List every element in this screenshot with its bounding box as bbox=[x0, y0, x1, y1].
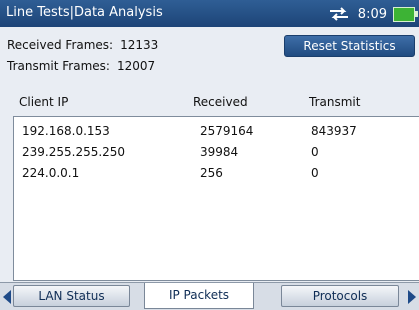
client-ip-cell: 224.0.0.1 bbox=[22, 166, 80, 180]
tab-scroll-right-icon[interactable] bbox=[408, 290, 416, 304]
received-cell: 39984 bbox=[200, 145, 239, 159]
clock: 8:09 bbox=[357, 6, 387, 22]
transmit-cell: 0 bbox=[311, 166, 319, 180]
transmit-cell: 0 bbox=[311, 145, 319, 159]
tab-scroll-left-icon[interactable] bbox=[3, 290, 11, 304]
reset-statistics-button[interactable]: Reset Statistics bbox=[284, 35, 415, 57]
client-ip-cell: 239.255.255.250 bbox=[22, 145, 126, 159]
status-area: 8:09 bbox=[328, 3, 418, 25]
transmit-frames-value: 12007 bbox=[116, 59, 156, 73]
received-frames-value: 12133 bbox=[120, 38, 159, 52]
network-arrows-icon bbox=[329, 7, 348, 21]
tab-ip-packets[interactable]: IP Packets bbox=[144, 283, 254, 309]
window-title: Line Tests|Data Analysis bbox=[6, 5, 163, 20]
transmit-frames-row: Transmit Frames: 12007 bbox=[7, 59, 155, 73]
table-row[interactable]: 192.168.0.153 2579164 843937 bbox=[14, 122, 419, 142]
column-header-client-ip: Client IP bbox=[19, 95, 69, 109]
ip-packets-table[interactable]: 192.168.0.153 2579164 843937 239.255.255… bbox=[13, 116, 419, 281]
tab-lan-status[interactable]: LAN Status bbox=[13, 285, 130, 307]
client-ip-cell: 192.168.0.153 bbox=[22, 124, 110, 138]
received-frames-label: Received Frames: bbox=[7, 38, 114, 52]
column-header-transmit: Transmit bbox=[309, 95, 361, 109]
table-row[interactable]: 239.255.255.250 39984 0 bbox=[14, 143, 419, 163]
received-cell: 256 bbox=[200, 166, 223, 180]
tab-bar: LAN Status IP Packets Protocols bbox=[0, 282, 419, 310]
received-cell: 2579164 bbox=[200, 124, 254, 138]
battery-icon bbox=[393, 6, 418, 22]
table-row[interactable]: 224.0.0.1 256 0 bbox=[14, 164, 419, 184]
transmit-frames-label: Transmit Frames: bbox=[7, 59, 110, 73]
received-frames-row: Received Frames: 12133 bbox=[7, 38, 158, 52]
transmit-cell: 843937 bbox=[311, 124, 357, 138]
column-header-received: Received bbox=[193, 95, 248, 109]
data-analysis-panel: Received Frames: 12133 Transmit Frames: 12… bbox=[0, 27, 419, 282]
title-bar: Line Tests|Data Analysis 8:09 bbox=[0, 0, 419, 27]
tab-protocols[interactable]: Protocols bbox=[281, 285, 399, 307]
